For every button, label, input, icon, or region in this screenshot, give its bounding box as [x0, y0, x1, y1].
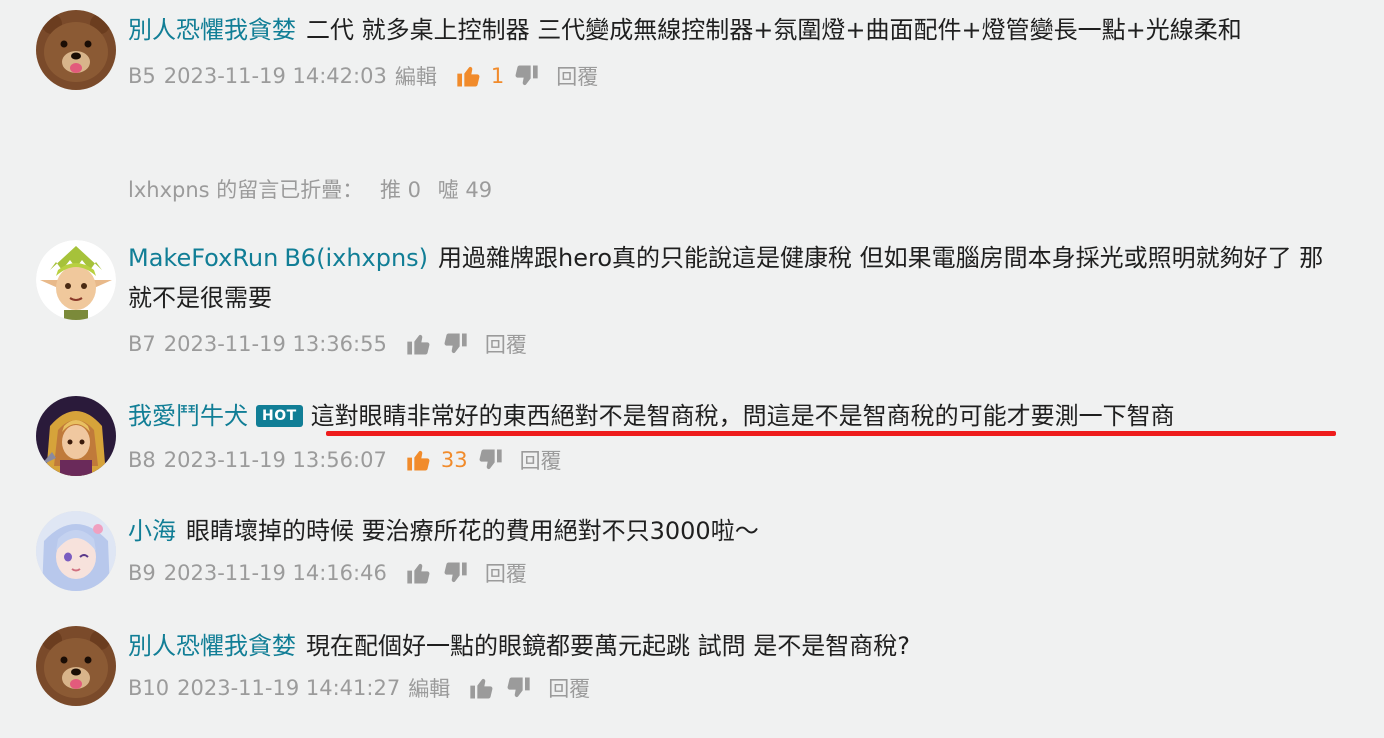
hot-badge: HOT	[256, 405, 303, 427]
thumbs-down-icon	[515, 65, 538, 86]
thumbs-down-icon	[479, 449, 502, 470]
avatar[interactable]	[36, 511, 116, 591]
comment-content: 這對眼睛非常好的東西絕對不是智商稅，問這是不是智商稅的可能才要測一下智商	[310, 402, 1175, 430]
reply-link[interactable]: 回覆	[548, 673, 590, 703]
edit-link[interactable]: 編輯	[408, 673, 450, 703]
reply-to-floor-link[interactable]: B6(ixhxpns)	[284, 244, 428, 272]
timestamp: 2023-11-19 13:56:07	[163, 448, 387, 472]
folded-comment-notice[interactable]: lxhxpns 的留言已折疊： 推 0 噓 49	[128, 176, 502, 204]
thumbs-up-icon	[470, 678, 493, 699]
comment-meta: B9 2023-11-19 14:16:46 回覆	[128, 557, 1344, 589]
reply-link[interactable]: 回覆	[556, 61, 598, 91]
thumbs-up-icon	[407, 450, 430, 471]
username-link[interactable]: MakeFoxRun	[128, 244, 278, 272]
like-count: 33	[440, 448, 468, 472]
dislike-button[interactable]	[441, 559, 469, 587]
comment-text: 我愛鬥牛犬 HOT 這對眼睛非常好的東西絕對不是智商稅，問這是不是智商稅的可能才要測…	[128, 396, 1344, 436]
floor-number: B9	[128, 561, 156, 585]
username-link[interactable]: 我愛鬥牛犬	[128, 402, 248, 430]
comment-body: MakeFoxRun B6(ixhxpns) 用過雜牌跟hero真的只能說這是健康稅…	[128, 238, 1344, 360]
dislike-button[interactable]	[441, 330, 469, 358]
like-count: 1	[490, 64, 505, 88]
comment-content: 現在配個好一點的眼鏡都要萬元起跳 試問 是不是智商稅?	[306, 632, 910, 660]
bear-avatar-icon	[36, 626, 116, 706]
dislike-button[interactable]	[512, 62, 540, 90]
highlight-underline	[326, 431, 1336, 436]
comment-text: 別人恐懼我貪婪 二代 就多桌上控制器 三代變成無線控制器+氛圍燈+曲面配件+燈管變…	[128, 10, 1344, 50]
floor-number: B8	[128, 448, 156, 472]
floor-number: B10	[128, 676, 170, 700]
comment-body: 別人恐懼我貪婪 二代 就多桌上控制器 三代變成無線控制器+氛圍燈+曲面配件+燈管變…	[128, 10, 1344, 92]
like-button[interactable]: 1	[455, 62, 504, 90]
reply-link[interactable]: 回覆	[520, 445, 562, 475]
like-button[interactable]	[405, 330, 433, 358]
comment-body: 小海 眼睛壞掉的時候 要治療所花的費用絕對不只3000啦～ B9 2023-11-…	[128, 511, 1344, 589]
thumbs-up-icon	[457, 66, 480, 87]
timestamp: 2023-11-19 14:16:46	[163, 561, 387, 585]
like-button[interactable]	[468, 674, 496, 702]
folded-label: lxhxpns 的留言已折疊：	[128, 178, 364, 202]
timestamp: 2023-11-19 14:42:03	[163, 64, 387, 88]
thumbs-down-icon	[444, 333, 467, 354]
comment-meta: B10 2023-11-19 14:41:27 編輯 回覆	[128, 672, 1344, 704]
thumbs-up-icon	[407, 563, 430, 584]
comment-text: 別人恐懼我貪婪 現在配個好一點的眼鏡都要萬元起跳 試問 是不是智商稅?	[128, 626, 1344, 666]
like-button[interactable]	[405, 559, 433, 587]
reply-link[interactable]: 回覆	[485, 329, 527, 359]
thumbs-down-icon	[507, 677, 530, 698]
thumbs-up-icon	[407, 334, 430, 355]
username-link[interactable]: 別人恐懼我貪婪	[128, 632, 296, 660]
comment-content: 二代 就多桌上控制器 三代變成無線控制器+氛圍燈+曲面配件+燈管變長一點+光線柔…	[306, 16, 1242, 44]
comment-text: 小海 眼睛壞掉的時候 要治療所花的費用絕對不只3000啦～	[128, 511, 1344, 551]
edit-link[interactable]: 編輯	[395, 61, 437, 91]
reply-link[interactable]: 回覆	[485, 558, 527, 588]
avatar[interactable]	[36, 240, 116, 320]
comment-content: 眼睛壞掉的時候 要治療所花的費用絕對不只3000啦～	[186, 517, 759, 545]
avatar[interactable]	[36, 10, 116, 90]
avatar[interactable]	[36, 626, 116, 706]
timestamp: 2023-11-19 14:41:27	[177, 676, 401, 700]
bear-avatar-icon	[36, 10, 116, 90]
boo-count: 噓 49	[437, 178, 493, 202]
comment-body: 別人恐懼我貪婪 現在配個好一點的眼鏡都要萬元起跳 試問 是不是智商稅? B10 2…	[128, 626, 1344, 704]
comment-body: 我愛鬥牛犬 HOT 這對眼睛非常好的東西絕對不是智商稅，問這是不是智商稅的可能才要測…	[128, 396, 1344, 476]
avatar[interactable]	[36, 396, 116, 476]
comment-meta: B5 2023-11-19 14:42:03 編輯 1 回覆	[128, 60, 1344, 92]
knight-avatar-icon	[36, 396, 116, 476]
floor-number: B5	[128, 64, 156, 88]
thumbs-down-icon	[444, 562, 467, 583]
comment-meta: B7 2023-11-19 13:36:55 回覆	[128, 328, 1344, 360]
timestamp: 2023-11-19 13:36:55	[163, 332, 387, 356]
comment-text: MakeFoxRun B6(ixhxpns) 用過雜牌跟hero真的只能說這是健康稅…	[128, 238, 1344, 318]
username-link[interactable]: 別人恐懼我貪婪	[128, 16, 296, 44]
push-count: 推 0	[379, 178, 421, 202]
dislike-button[interactable]	[476, 446, 504, 474]
dislike-button[interactable]	[504, 674, 532, 702]
like-button[interactable]: 33	[405, 446, 468, 474]
comment-meta: B8 2023-11-19 13:56:07 33 回覆	[128, 444, 1344, 476]
username-link[interactable]: 小海	[128, 517, 176, 545]
elf-avatar-icon	[36, 240, 116, 320]
anime-girl-avatar-icon	[36, 511, 116, 591]
floor-number: B7	[128, 332, 156, 356]
